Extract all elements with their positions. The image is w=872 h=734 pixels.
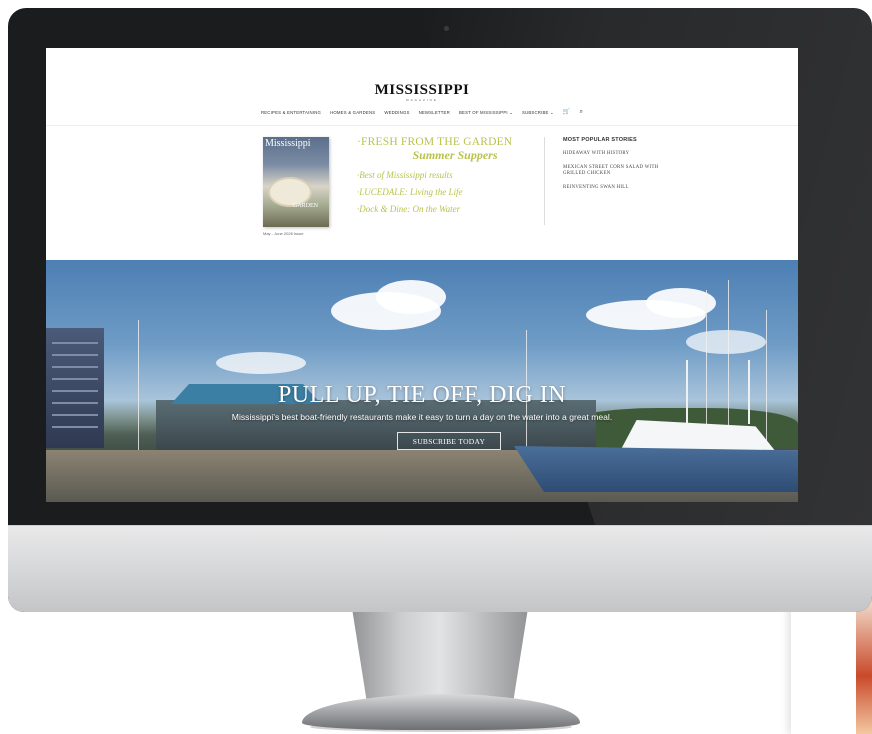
- cloud: [216, 352, 306, 374]
- hero-subtitle: Mississippi's best boat-friendly restaur…: [231, 412, 613, 422]
- popular-heading: MOST POPULAR STORIES: [563, 137, 637, 143]
- cover-tag: GARDEN: [293, 203, 318, 209]
- nav-weddings[interactable]: WEDDINGS: [384, 110, 409, 116]
- site-logo-tagline: MAGAZINE: [406, 98, 438, 102]
- website-screen: MISSISSIPPI MAGAZINE RECIPES & ENTERTAIN…: [46, 48, 798, 502]
- header-divider: [46, 125, 798, 126]
- yacht-hull: [514, 446, 798, 492]
- feature-headline[interactable]: ·FRESH FROM THE GARDEN: [357, 136, 539, 148]
- hero-title: PULL UP, TIE OFF, DIG IN: [277, 382, 567, 408]
- hero-banner: PULL UP, TIE OFF, DIG IN Mississippi's b…: [46, 260, 798, 502]
- cloud: [376, 280, 446, 314]
- boat-mast: [766, 310, 767, 450]
- monitor-stand-base: [302, 694, 580, 730]
- webcam-dot: [444, 26, 449, 31]
- feature-item[interactable]: ·Best of Mississippi results: [357, 170, 539, 180]
- cover-title: Mississippi: [265, 138, 311, 149]
- popular-story-link[interactable]: MEXICAN STREET CORN SALAD WITH GRILLED C…: [563, 165, 673, 177]
- nav-subscribe[interactable]: SUBSCRIBE ⌄: [522, 110, 554, 116]
- main-navigation: RECIPES & ENTERTAINING HOMES & GARDENS W…: [46, 109, 798, 116]
- nav-newsletter[interactable]: NEWSLETTER: [419, 110, 450, 116]
- nav-homes-gardens[interactable]: HOMES & GARDENS: [330, 110, 375, 116]
- cloud: [686, 330, 766, 354]
- search-icon[interactable]: ⌕: [579, 109, 583, 116]
- issue-features: ·FRESH FROM THE GARDEN Summer Suppers ·B…: [357, 136, 539, 214]
- magazine-cover-image[interactable]: Mississippi GARDEN: [263, 137, 329, 227]
- popular-story-link[interactable]: REINVENTING SWAN HILL: [563, 185, 673, 191]
- popular-story-link[interactable]: HIDEAWAY WITH HISTORY: [563, 151, 673, 157]
- subscribe-today-button[interactable]: SUBSCRIBE TODAY: [397, 432, 501, 450]
- cart-icon[interactable]: 🛒: [563, 109, 571, 116]
- feature-item[interactable]: ·LUCEDALE: Living the Life: [357, 187, 539, 197]
- nav-recipes-entertaining[interactable]: RECIPES & ENTERTAINING: [261, 110, 321, 116]
- monitor-chin: [8, 526, 872, 612]
- desktop-monitor: MISSISSIPPI MAGAZINE RECIPES & ENTERTAIN…: [8, 8, 872, 612]
- feature-subhead[interactable]: Summer Suppers: [357, 148, 539, 163]
- feature-item[interactable]: ·Dock & Dine: On the Water: [357, 204, 539, 214]
- site-logo[interactable]: MISSISSIPPI: [46, 82, 798, 99]
- issue-caption: May - June 2026 Issue: [263, 231, 304, 236]
- most-popular-stories: MOST POPULAR STORIES HIDEAWAY WITH HISTO…: [563, 137, 673, 191]
- column-divider: [544, 137, 545, 225]
- nav-best-of-mississippi[interactable]: BEST OF MISSISSIPPI ⌄: [459, 110, 513, 116]
